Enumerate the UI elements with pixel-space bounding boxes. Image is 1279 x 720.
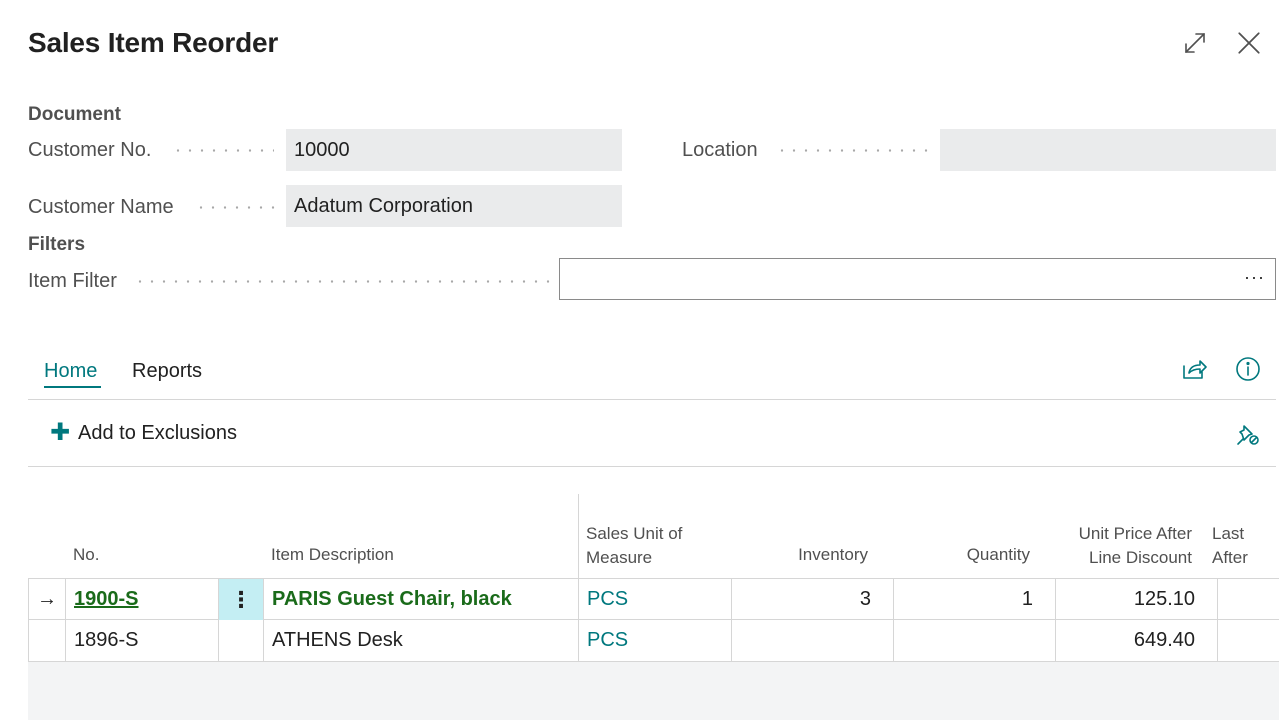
share-icon[interactable]: [1180, 355, 1208, 383]
item-description: PARIS Guest Chair, black: [272, 588, 512, 610]
location-label: Location: [682, 139, 758, 161]
item-no-cell[interactable]: 1896-S: [66, 620, 219, 661]
info-icon[interactable]: [1234, 355, 1262, 383]
col-header-quantity[interactable]: Quantity: [893, 543, 1030, 567]
divider: [28, 466, 1276, 467]
col-header-unit-price-line2: Line Discount: [1088, 548, 1192, 567]
unit-price-cell[interactable]: 125.10: [1056, 579, 1218, 620]
plus-icon: ✚: [50, 419, 71, 446]
inventory-cell[interactable]: [732, 620, 894, 661]
col-header-uom-line1: Sales Unit of: [586, 524, 683, 543]
dot-leader: [172, 149, 274, 152]
add-to-exclusions-button[interactable]: ✚ Add to Exclusions: [50, 421, 237, 445]
unit-price-cell[interactable]: 649.40: [1056, 620, 1218, 661]
item-filter-label: Item Filter: [28, 270, 117, 292]
col-header-description[interactable]: Item Description: [271, 543, 394, 567]
col-header-unit-price[interactable]: Unit Price After Line Discount: [1055, 522, 1192, 570]
divider: [28, 399, 1276, 400]
customer-name-label: Customer Name: [28, 196, 174, 218]
customer-name-field[interactable]: Adatum Corporation: [286, 185, 622, 227]
column-divider: [578, 494, 579, 579]
item-filter-input[interactable]: ···: [559, 258, 1276, 300]
table-row[interactable]: → 1900-S ⋮ PARIS Guest Chair, black PCS …: [28, 578, 1279, 620]
item-description-cell[interactable]: PARIS Guest Chair, black: [264, 579, 579, 620]
customer-no-label: Customer No.: [28, 139, 152, 161]
item-no-link[interactable]: 1900-S: [74, 588, 139, 611]
col-header-last[interactable]: Last After: [1212, 522, 1279, 570]
col-header-last-line1: Last: [1212, 524, 1245, 543]
row-menu-placeholder: [219, 620, 264, 661]
uom-cell[interactable]: PCS: [579, 620, 732, 661]
add-to-exclusions-label: Add to Exclusions: [78, 421, 237, 444]
table-row[interactable]: 1896-S ATHENS Desk PCS 649.40: [28, 620, 1279, 662]
pin-icon[interactable]: [1234, 420, 1262, 448]
col-header-no[interactable]: No.: [73, 543, 99, 567]
dot-leader: [776, 149, 928, 152]
col-header-last-line2: After: [1212, 548, 1248, 567]
col-header-unit-price-line1: Unit Price After: [1078, 524, 1192, 543]
grid-empty-area: [28, 662, 1279, 720]
row-pointer: →: [28, 579, 66, 620]
item-no-cell[interactable]: 1900-S: [66, 579, 219, 620]
last-cell[interactable]: [1218, 579, 1279, 620]
col-header-uom-line2: Measure: [586, 548, 653, 567]
document-section-heading: Document: [28, 104, 121, 125]
filters-section-heading: Filters: [28, 234, 86, 255]
item-description-cell[interactable]: ATHENS Desk: [264, 620, 579, 661]
quantity-cell[interactable]: [894, 620, 1056, 661]
row-menu-button[interactable]: ⋮: [219, 579, 264, 620]
inventory-cell[interactable]: 3: [732, 579, 894, 620]
expand-icon[interactable]: [1180, 28, 1210, 58]
tab-home[interactable]: Home: [44, 360, 97, 383]
location-field[interactable]: [940, 129, 1276, 171]
dot-leader: [134, 280, 550, 283]
uom-cell[interactable]: PCS: [579, 579, 732, 620]
page-title: Sales Item Reorder: [28, 27, 279, 58]
tab-reports[interactable]: Reports: [132, 360, 202, 383]
quantity-cell[interactable]: 1: [894, 579, 1056, 620]
dot-leader: [195, 206, 275, 209]
row-pointer-empty: [28, 620, 66, 661]
assist-edit-button[interactable]: ···: [1244, 267, 1265, 288]
close-icon[interactable]: [1234, 28, 1264, 58]
col-header-inventory[interactable]: Inventory: [731, 543, 868, 567]
customer-no-field[interactable]: 10000: [286, 129, 622, 171]
active-tab-indicator: [44, 386, 101, 388]
col-header-uom[interactable]: Sales Unit of Measure: [586, 522, 682, 570]
last-cell[interactable]: [1218, 620, 1279, 661]
